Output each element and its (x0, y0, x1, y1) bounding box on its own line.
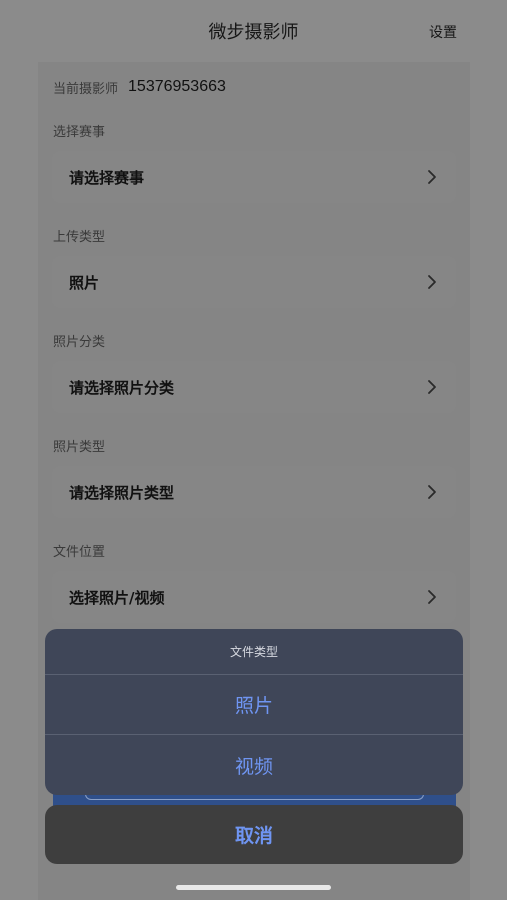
photo-type-row[interactable]: 请选择照片类型 (52, 466, 456, 518)
option-video-button[interactable]: 视频 (45, 735, 463, 795)
chevron-right-icon (428, 485, 436, 499)
photo-category-row[interactable]: 请选择照片分类 (52, 361, 456, 413)
upload-type-section-label: 上传类型 (53, 230, 106, 245)
current-photographer-row: 当前摄影师 15376953663 (53, 76, 226, 98)
action-sheet-title: 文件类型 (45, 629, 463, 675)
upload-type-row[interactable]: 照片 (52, 256, 456, 308)
file-location-row[interactable]: 选择照片/视频 (52, 571, 456, 623)
settings-button[interactable]: 设置 (429, 22, 457, 42)
select-event-text: 请选择赛事 (69, 168, 145, 187)
option-photo-button[interactable]: 照片 (45, 675, 463, 735)
event-section-label: 选择赛事 (53, 125, 106, 140)
app-screen: 微步摄影师 设置 当前摄影师 15376953663 选择赛事 请选择赛事 上传… (0, 0, 507, 900)
current-photographer-label: 当前摄影师 (53, 81, 119, 97)
file-type-action-sheet: 文件类型 照片 视频 (45, 629, 463, 795)
file-location-section-label: 文件位置 (53, 545, 106, 560)
photo-category-text: 请选择照片分类 (69, 378, 175, 397)
file-location-text: 选择照片/视频 (69, 588, 165, 607)
photo-type-text: 请选择照片类型 (69, 483, 175, 502)
chevron-right-icon (428, 275, 436, 289)
chevron-right-icon (428, 590, 436, 604)
select-event-row[interactable]: 请选择赛事 (52, 151, 456, 203)
photo-category-section-label: 照片分类 (53, 335, 106, 350)
home-indicator[interactable] (176, 885, 331, 890)
photo-type-section-label: 照片类型 (53, 440, 106, 455)
cancel-button[interactable]: 取消 (45, 805, 463, 864)
upload-type-text: 照片 (69, 273, 100, 292)
current-photographer-value: 15376953663 (128, 78, 226, 95)
chevron-right-icon (428, 380, 436, 394)
chevron-right-icon (428, 170, 436, 184)
